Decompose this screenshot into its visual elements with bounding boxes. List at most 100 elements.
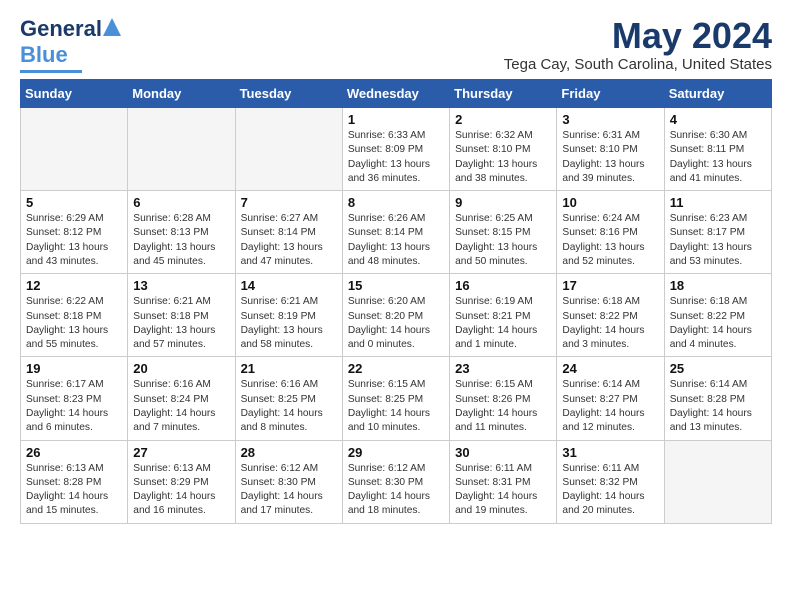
table-row: 18Sunrise: 6:18 AM Sunset: 8:22 PM Dayli… [664,274,771,357]
table-row [664,440,771,523]
day-info: Sunrise: 6:21 AM Sunset: 8:19 PM Dayligh… [241,295,337,352]
day-number: 21 [241,361,337,376]
day-number: 4 [670,112,766,127]
day-info: Sunrise: 6:30 AM Sunset: 8:11 PM Dayligh… [670,129,766,186]
title-section: May 2024 Tega Cay, South Carolina, Unite… [504,16,772,73]
day-info: Sunrise: 6:27 AM Sunset: 8:14 PM Dayligh… [241,212,337,269]
table-row: 20Sunrise: 6:16 AM Sunset: 8:24 PM Dayli… [128,357,235,440]
table-row: 25 Sunrise: 6:14 AM Sunset: 8:28 PM Dayli… [664,357,771,440]
day-number: 9 [455,195,551,210]
day-info: Sunrise: 6:15 AM Sunset: 8:26 PM Dayligh… [455,378,551,435]
day-number: 31 [562,445,658,460]
day-info: Sunrise: 6:28 AM Sunset: 8:13 PM Dayligh… [133,212,229,269]
table-row: 31 Sunrise: 6:11 AM Sunset: 8:32 PM Dayli… [557,440,664,523]
day-number: 25 [670,361,766,376]
day-info: Sunrise: 6:14 AM Sunset: 8:28 PM Dayligh… [670,378,766,435]
day-info: Sunrise: 6:23 AM Sunset: 8:17 PM Dayligh… [670,212,766,269]
location-title: Tega Cay, South Carolina, United States [504,56,772,73]
col-saturday: Saturday [664,80,771,108]
day-number: 5 [26,195,122,210]
table-row: 27 Sunrise: 6:13 AM Sunset: 8:29 PM Dayli… [128,440,235,523]
calendar: Sunday Monday Tuesday Wednesday Thursday… [20,79,772,524]
col-sunday: Sunday [21,80,128,108]
day-info: Sunrise: 6:31 AM Sunset: 8:10 PM Dayligh… [562,129,658,186]
col-tuesday: Tuesday [235,80,342,108]
day-info: Sunrise: 6:11 AM Sunset: 8:32 PM Dayligh… [562,462,658,519]
table-row: 15Sunrise: 6:20 AM Sunset: 8:20 PM Dayli… [342,274,449,357]
day-number: 6 [133,195,229,210]
day-info: Sunrise: 6:24 AM Sunset: 8:16 PM Dayligh… [562,212,658,269]
col-friday: Friday [557,80,664,108]
day-info: Sunrise: 6:18 AM Sunset: 8:22 PM Dayligh… [562,295,658,352]
logo-blue: Blue [20,42,68,68]
col-wednesday: Wednesday [342,80,449,108]
table-row: 19Sunrise: 6:17 AM Sunset: 8:23 PM Dayli… [21,357,128,440]
table-row: 21 Sunrise: 6:16 AM Sunset: 8:25 PM Dayli… [235,357,342,440]
day-number: 7 [241,195,337,210]
table-row: 13Sunrise: 6:21 AM Sunset: 8:18 PM Dayli… [128,274,235,357]
month-title: May 2024 [504,16,772,56]
table-row: 29Sunrise: 6:12 AM Sunset: 8:30 PM Dayli… [342,440,449,523]
day-info: Sunrise: 6:25 AM Sunset: 8:15 PM Dayligh… [455,212,551,269]
col-thursday: Thursday [450,80,557,108]
table-row: 11 Sunrise: 6:23 AM Sunset: 8:17 PM Dayli… [664,191,771,274]
header: General Blue May 2024 Tega Cay, South Ca… [20,16,772,73]
table-row [128,108,235,191]
table-row: 6 Sunrise: 6:28 AM Sunset: 8:13 PM Daylig… [128,191,235,274]
day-info: Sunrise: 6:21 AM Sunset: 8:18 PM Dayligh… [133,295,229,352]
day-number: 27 [133,445,229,460]
day-number: 29 [348,445,444,460]
col-monday: Monday [128,80,235,108]
calendar-week-row: 19Sunrise: 6:17 AM Sunset: 8:23 PM Dayli… [21,357,772,440]
calendar-body: 1 Sunrise: 6:33 AM Sunset: 8:09 PM Daylig… [21,108,772,524]
day-info: Sunrise: 6:33 AM Sunset: 8:09 PM Dayligh… [348,129,444,186]
table-row: 16Sunrise: 6:19 AM Sunset: 8:21 PM Dayli… [450,274,557,357]
day-info: Sunrise: 6:14 AM Sunset: 8:27 PM Dayligh… [562,378,658,435]
table-row: 23Sunrise: 6:15 AM Sunset: 8:26 PM Dayli… [450,357,557,440]
logo-icon [103,18,121,40]
day-info: Sunrise: 6:19 AM Sunset: 8:21 PM Dayligh… [455,295,551,352]
day-number: 24 [562,361,658,376]
table-row: 10 Sunrise: 6:24 AM Sunset: 8:16 PM Dayli… [557,191,664,274]
table-row: 14 Sunrise: 6:21 AM Sunset: 8:19 PM Dayli… [235,274,342,357]
day-number: 8 [348,195,444,210]
table-row: 7 Sunrise: 6:27 AM Sunset: 8:14 PM Daylig… [235,191,342,274]
table-row: 12Sunrise: 6:22 AM Sunset: 8:18 PM Dayli… [21,274,128,357]
day-info: Sunrise: 6:32 AM Sunset: 8:10 PM Dayligh… [455,129,551,186]
day-info: Sunrise: 6:11 AM Sunset: 8:31 PM Dayligh… [455,462,551,519]
table-row: 5 Sunrise: 6:29 AM Sunset: 8:12 PM Daylig… [21,191,128,274]
day-number: 14 [241,278,337,293]
day-number: 30 [455,445,551,460]
day-number: 2 [455,112,551,127]
day-info: Sunrise: 6:12 AM Sunset: 8:30 PM Dayligh… [241,462,337,519]
day-number: 17 [562,278,658,293]
day-number: 20 [133,361,229,376]
day-info: Sunrise: 6:22 AM Sunset: 8:18 PM Dayligh… [26,295,122,352]
table-row: 17 Sunrise: 6:18 AM Sunset: 8:22 PM Dayli… [557,274,664,357]
day-number: 1 [348,112,444,127]
day-number: 18 [670,278,766,293]
calendar-week-row: 26Sunrise: 6:13 AM Sunset: 8:28 PM Dayli… [21,440,772,523]
day-number: 11 [670,195,766,210]
day-info: Sunrise: 6:16 AM Sunset: 8:25 PM Dayligh… [241,378,337,435]
table-row [21,108,128,191]
day-info: Sunrise: 6:29 AM Sunset: 8:12 PM Dayligh… [26,212,122,269]
table-row: 4 Sunrise: 6:30 AM Sunset: 8:11 PM Daylig… [664,108,771,191]
table-row: 24 Sunrise: 6:14 AM Sunset: 8:27 PM Dayli… [557,357,664,440]
day-number: 26 [26,445,122,460]
day-info: Sunrise: 6:15 AM Sunset: 8:25 PM Dayligh… [348,378,444,435]
day-number: 10 [562,195,658,210]
logo-general: General [20,16,102,42]
table-row [235,108,342,191]
calendar-week-row: 5 Sunrise: 6:29 AM Sunset: 8:12 PM Daylig… [21,191,772,274]
day-info: Sunrise: 6:13 AM Sunset: 8:29 PM Dayligh… [133,462,229,519]
day-info: Sunrise: 6:20 AM Sunset: 8:20 PM Dayligh… [348,295,444,352]
page: General Blue May 2024 Tega Cay, South Ca… [0,0,792,534]
table-row: 22Sunrise: 6:15 AM Sunset: 8:25 PM Dayli… [342,357,449,440]
day-number: 3 [562,112,658,127]
table-row: 8Sunrise: 6:26 AM Sunset: 8:14 PM Daylig… [342,191,449,274]
table-row: 28 Sunrise: 6:12 AM Sunset: 8:30 PM Dayli… [235,440,342,523]
calendar-header-row: Sunday Monday Tuesday Wednesday Thursday… [21,80,772,108]
day-number: 28 [241,445,337,460]
day-info: Sunrise: 6:17 AM Sunset: 8:23 PM Dayligh… [26,378,122,435]
